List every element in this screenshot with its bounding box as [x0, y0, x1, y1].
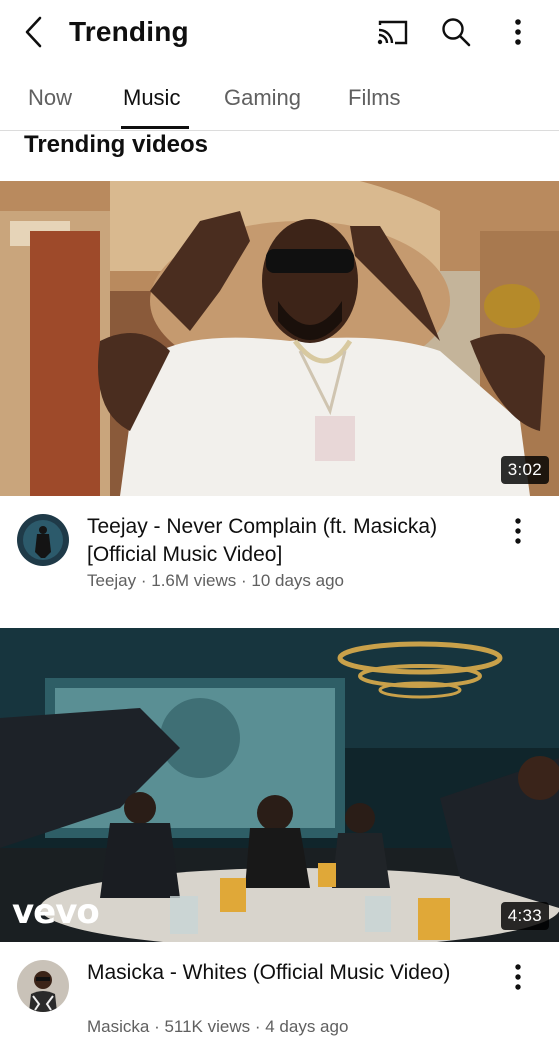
video-metadata: Teejay · 1.6M views · 10 days ago: [87, 571, 345, 590]
video-thumbnail[interactable]: 3:02: [0, 181, 559, 496]
search-icon: [442, 18, 471, 47]
section-title: Trending videos: [24, 131, 209, 158]
more-options-button[interactable]: [505, 16, 531, 48]
video-title[interactable]: Teejay - Never Complain (ft. Masicka) [O…: [87, 513, 487, 569]
search-button[interactable]: [439, 15, 473, 49]
video-menu-button[interactable]: [505, 516, 531, 546]
chevron-left-icon: [25, 16, 42, 48]
active-tab-indicator: [121, 126, 189, 129]
app-header: Trending: [0, 0, 559, 66]
tab-music[interactable]: Music: [123, 85, 180, 111]
tab-now[interactable]: Now: [28, 85, 72, 111]
channel-avatar[interactable]: [17, 514, 69, 566]
more-vert-icon: [515, 518, 521, 544]
video-thumbnail[interactable]: vevo 4:33: [0, 628, 559, 942]
channel-avatar[interactable]: [17, 960, 69, 1012]
cast-button[interactable]: [375, 16, 409, 48]
thumbnail-image: [0, 181, 559, 496]
video-title[interactable]: Masicka - Whites (Official Music Video): [87, 959, 487, 987]
video-duration: 4:33: [500, 902, 549, 930]
page-title: Trending: [69, 16, 189, 47]
more-vert-icon: [515, 964, 521, 990]
cast-icon: [377, 20, 408, 45]
avatar-image: [17, 514, 69, 566]
tab-films[interactable]: Films: [348, 85, 401, 111]
video-menu-button[interactable]: [505, 962, 531, 992]
back-button[interactable]: [18, 14, 50, 50]
video-metadata: Masicka · 511K views · 4 days ago: [87, 1017, 349, 1036]
avatar-image: [17, 960, 69, 1012]
more-vert-icon: [515, 19, 521, 45]
vevo-logo: vevo: [12, 892, 100, 932]
tab-gaming[interactable]: Gaming: [224, 85, 301, 111]
video-duration: 3:02: [500, 456, 549, 484]
category-tabs: Now Music Gaming Films: [0, 66, 559, 131]
